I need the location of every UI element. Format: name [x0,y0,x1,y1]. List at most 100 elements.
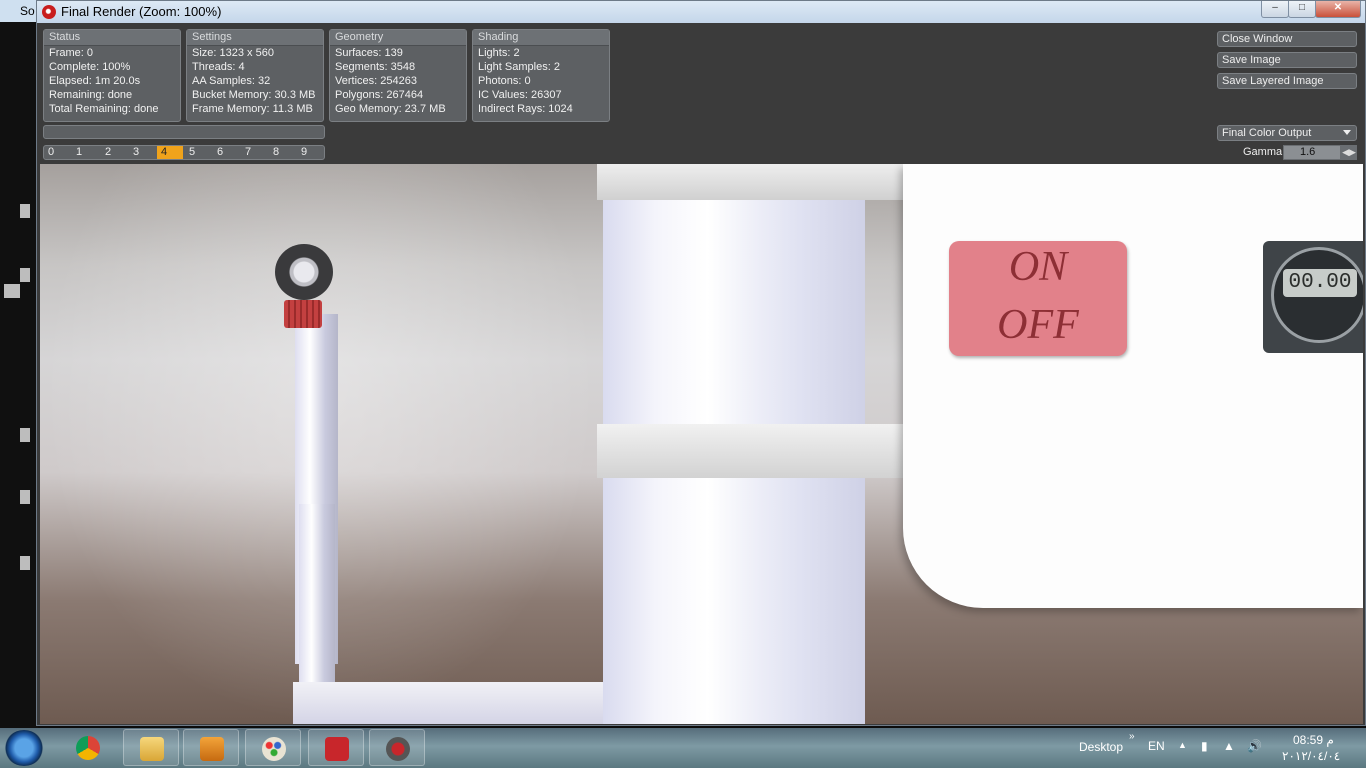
desktop-toolbar-label[interactable]: Desktop [1079,740,1123,754]
network-icon[interactable]: ▮ [1201,739,1208,753]
photoview-icon [386,737,410,761]
settings-row: Frame Memory: 11.3 MB [192,103,313,115]
clock-time[interactable]: 08:59 م [1293,733,1334,747]
shading-row: Lights: 2 [478,47,520,59]
buffer-tab-4[interactable]: 4 [157,146,183,159]
gamma-label: Gamma [1243,146,1283,158]
render-timer-gauge: 00.00 [1263,241,1363,353]
buffer-tab-6[interactable]: 6 [213,146,239,159]
signal-icon[interactable]: ▲ [1223,739,1235,753]
explorer-taskbar-button[interactable] [123,729,179,766]
language-indicator[interactable]: EN [1148,739,1165,753]
settings-row: Threads: 4 [192,61,245,73]
close-window-x-button[interactable]: ✕ [1315,1,1361,18]
photoview-taskbar-button[interactable] [369,729,425,766]
background-marker [4,284,20,298]
status-panel-header: Status [44,30,180,46]
solidworks-icon [325,737,349,761]
render-valve [275,244,333,300]
background-marker [20,204,30,218]
gamma-input[interactable]: 1.6 [1283,145,1341,160]
shading-panel: Shading Lights: 2 Light Samples: 2 Photo… [472,29,610,122]
buffer-tab-1[interactable]: 1 [72,146,98,159]
buffer-tab-9[interactable]: 9 [297,146,323,159]
settings-panel-header: Settings [187,30,323,46]
buffer-tab-0[interactable]: 0 [44,146,70,159]
shading-panel-header: Shading [473,30,609,46]
shading-row: IC Values: 26307 [478,89,562,101]
background-marker [20,490,30,504]
status-row: Elapsed: 1m 20.0s [49,75,141,87]
geometry-row: Segments: 3548 [335,61,416,73]
buffer-tab-7[interactable]: 7 [241,146,267,159]
render-window: Final Render (Zoom: 100%) – □ ✕ Status F… [36,0,1366,726]
render-viewport: ON OFF 00.00 [40,164,1363,724]
shading-row: Light Samples: 2 [478,61,560,73]
render-on-off-sign: ON OFF [949,241,1127,356]
geometry-row: Polygons: 267464 [335,89,424,101]
settings-row: AA Samples: 32 [192,75,271,87]
buffer-tab-8[interactable]: 8 [269,146,295,159]
render-column-clamp [597,424,907,478]
render-progress-bar [43,125,325,139]
render-column-cap [597,164,907,200]
shading-row: Photons: 0 [478,75,531,87]
geometry-row: Geo Memory: 23.7 MB [335,103,446,115]
background-marker [20,556,30,570]
chrome-icon [76,736,100,760]
chevron-up-icon[interactable]: ▲ [1178,740,1187,750]
gamma-spinner-icon[interactable]: ◀▶ [1341,145,1357,160]
window-titlebar[interactable]: Final Render (Zoom: 100%) – □ ✕ [37,1,1365,23]
settings-row: Bucket Memory: 30.3 MB [192,89,316,101]
sign-on-text: ON [1008,244,1068,290]
status-row: Remaining: done [49,89,133,101]
geometry-panel: Geometry Surfaces: 139 Segments: 3548 Ve… [329,29,467,122]
background-app-title-text: So [20,4,35,18]
status-row: Total Remaining: done [49,103,159,115]
media-player-icon [200,737,224,761]
render-base [293,682,605,724]
folder-icon [140,737,164,761]
sign-off-text: OFF [997,302,1079,348]
settings-row: Size: 1323 x 560 [192,47,274,59]
buffer-tab-3[interactable]: 3 [129,146,155,159]
render-app-icon [42,5,56,19]
paint-icon [262,737,286,761]
save-layered-image-button[interactable]: Save Layered Image [1217,73,1357,89]
geometry-row: Vertices: 254263 [335,75,417,87]
shading-row: Indirect Rays: 1024 [478,103,573,115]
geometry-panel-header: Geometry [330,30,466,46]
status-row: Complete: 100% [49,61,131,73]
buffer-selector: 0 1 2 3 4 5 6 7 8 9 [43,145,325,160]
status-panel: Status Frame: 0 Complete: 100% Elapsed: … [43,29,181,122]
save-image-button[interactable]: Save Image [1217,52,1357,68]
timer-display: 00.00 [1283,269,1357,297]
windows-start-icon[interactable] [4,730,44,766]
buffer-tab-2[interactable]: 2 [101,146,127,159]
minimize-button[interactable]: – [1261,1,1289,18]
solidworks-taskbar-button[interactable] [308,729,364,766]
render-pipe-lower [299,504,335,694]
background-app-title: So [0,0,36,22]
buffer-tab-5[interactable]: 5 [185,146,211,159]
status-row: Frame: 0 [49,47,94,59]
chevron-down-icon [1343,130,1351,135]
chrome-taskbar-button[interactable] [60,729,116,766]
maximize-button[interactable]: □ [1288,1,1316,18]
background-marker [20,268,30,282]
chevron-right-icon[interactable]: » [1129,731,1135,742]
output-select[interactable]: Final Color Output [1217,125,1357,141]
render-red-fitting [284,300,322,328]
geometry-row: Surfaces: 139 [335,47,403,59]
paint-taskbar-button[interactable] [245,729,301,766]
close-window-button[interactable]: Close Window [1217,31,1357,47]
volume-icon[interactable]: 🔊 [1247,739,1262,753]
background-app-strip [0,0,38,728]
taskbar: Desktop » EN ▲ ▮ ▲ 🔊 08:59 م ٢٠١٢/٠٤/٠٤ [0,728,1366,768]
media-player-taskbar-button[interactable] [183,729,239,766]
clock-date[interactable]: ٢٠١٢/٠٤/٠٤ [1282,749,1340,763]
background-marker [20,428,30,442]
window-title: Final Render (Zoom: 100%) [61,4,222,19]
output-select-value: Final Color Output [1222,127,1312,139]
settings-panel: Settings Size: 1323 x 560 Threads: 4 AA … [186,29,324,122]
